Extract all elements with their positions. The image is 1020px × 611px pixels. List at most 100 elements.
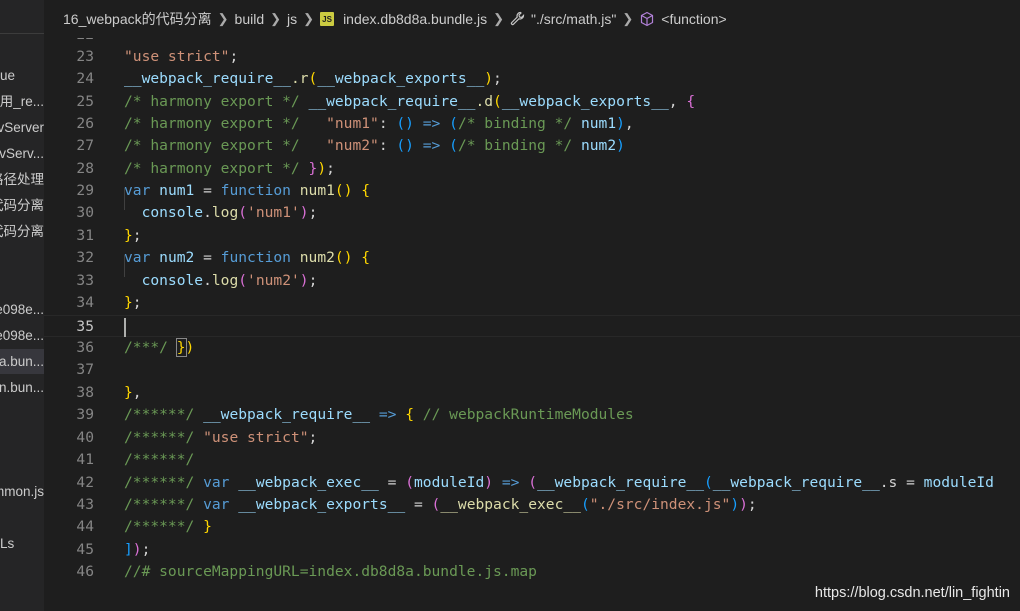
code-content: var num2 = function num2() { xyxy=(124,249,371,266)
explorer-item-label: 路径处理 xyxy=(0,172,44,187)
line-number: 23 xyxy=(76,48,94,65)
breadcrumb: 16_webpack的代码分离 ❯ build ❯ js ❯ JS index.… xyxy=(44,0,1020,38)
breadcrumb-module[interactable]: "./src/math.js" xyxy=(510,11,616,27)
explorer-item[interactable]: 路径处理 xyxy=(0,167,44,192)
line-number: 27 xyxy=(76,137,94,154)
line-number: 28 xyxy=(76,160,94,177)
chevron-right-icon: ❯ xyxy=(217,11,229,26)
code-content: }, xyxy=(124,384,142,401)
code-editor[interactable]: 22 23"use strict"; 24__webpack_require__… xyxy=(44,38,1020,611)
code-line: 39 /******/ __webpack_require__ => { // w… xyxy=(44,404,1020,426)
breadcrumb-symbol-label: <function> xyxy=(661,11,727,27)
code-line-active: 35 xyxy=(44,315,1020,338)
watermark-url: https://blog.csdn.net/lin_fightin xyxy=(814,585,1010,601)
explorer-item-active[interactable]: index.db8d8a.bun... xyxy=(0,349,44,374)
line-number: 41 xyxy=(76,451,94,468)
code-content: /* harmony export */ "num2": () => (/* b… xyxy=(124,137,625,154)
code-content: /******/ var __webpack_exports__ = (__we… xyxy=(124,496,757,513)
code-content: __webpack_require__.r(__webpack_exports_… xyxy=(124,70,502,87)
explorer-item-label: common.js xyxy=(0,484,44,499)
explorer-item[interactable]: 子组件引用_re... xyxy=(0,89,44,114)
code-line: 25 /* harmony export */ __webpack_require… xyxy=(44,91,1020,113)
code-content: "use strict"; xyxy=(124,48,239,65)
text-cursor xyxy=(124,318,126,337)
explorer-item-label: 代码分离 xyxy=(0,224,44,239)
line-number: 42 xyxy=(76,474,94,491)
breadcrumb-module-label: "./src/math.js" xyxy=(530,11,617,27)
explorer-item[interactable]: 0e098e... xyxy=(0,297,44,322)
breadcrumb-file-label: index.db8d8a.bundle.js xyxy=(343,11,488,27)
line-number: 26 xyxy=(76,115,94,132)
code-line: 40 /******/ "use strict"; xyxy=(44,427,1020,449)
code-line: 37 xyxy=(44,359,1020,381)
line-number: 31 xyxy=(76,227,94,244)
code-line: 45]); xyxy=(44,539,1020,561)
explorer-item[interactable]: common.js xyxy=(0,479,44,504)
code-line: 33 console.log('num2'); xyxy=(44,270,1020,292)
line-number: 45 xyxy=(76,541,94,558)
explorer-item-label: Ls xyxy=(0,536,15,551)
breadcrumb-symbol[interactable]: <function> xyxy=(639,11,727,27)
line-number: 34 xyxy=(76,294,94,311)
explorer-item-label: 代码分离 xyxy=(0,198,44,213)
explorer-item[interactable]: Ls xyxy=(0,531,44,556)
breadcrumb-file[interactable]: JS index.db8d8a.bundle.js xyxy=(320,11,487,27)
explorer-item-label: index.db8d8a.bun... xyxy=(0,354,44,369)
code-content: /******/ xyxy=(124,451,195,468)
code-line: 41 /******/ xyxy=(44,449,1020,471)
code-line: 44 /******/ } xyxy=(44,516,1020,538)
code-content: /* harmony export */ }); xyxy=(124,160,335,177)
code-line: 30 console.log('num1'); xyxy=(44,202,1020,224)
chevron-right-icon: ❯ xyxy=(622,11,634,26)
code-content: }; xyxy=(124,227,142,244)
explorer-item-label: 0e098e... xyxy=(0,302,44,317)
code-line: 42 /******/ var __webpack_exec__ = (modul… xyxy=(44,472,1020,494)
code-line: 24 __webpack_require__.r(__webpack_export… xyxy=(44,68,1020,90)
code-content: /* harmony export */ __webpack_require__… xyxy=(124,93,696,110)
code-content: console.log('num1'); xyxy=(141,204,318,221)
explorer-sidebar: ue 子组件引用_re... devServer webpackDevServ.… xyxy=(0,0,44,611)
chevron-right-icon: ❯ xyxy=(270,11,282,26)
line-number: 30 xyxy=(76,204,94,221)
line-number: 25 xyxy=(76,93,94,110)
line-number: 35 xyxy=(76,318,94,335)
code-line: 38}, xyxy=(44,382,1020,404)
breadcrumb-build[interactable]: build xyxy=(235,11,265,27)
code-content: /***/ }) xyxy=(124,338,195,357)
explorer-item[interactable]: 代码分离 xyxy=(0,193,44,218)
js-file-icon: JS xyxy=(320,12,335,26)
sidebar-divider xyxy=(0,33,44,34)
line-number: 37 xyxy=(76,361,94,378)
explorer-item[interactable]: 0e098e... xyxy=(0,323,44,348)
code-line: 36 /***/ }) xyxy=(44,337,1020,359)
explorer-item[interactable]: webpackDevServ... xyxy=(0,141,44,166)
code-line: 32 var num2 = function num2() { xyxy=(44,247,1020,269)
code-content: /* harmony export */ "num1": () => (/* b… xyxy=(124,115,634,132)
line-number: 29 xyxy=(76,182,94,199)
explorer-item[interactable]: main.bun... xyxy=(0,375,44,400)
explorer-item-label: 子组件引用_re... xyxy=(0,94,44,109)
code-content: /******/ } xyxy=(124,518,212,535)
code-content: //# sourceMappingURL=index.db8d8a.bundle… xyxy=(124,563,537,580)
code-line: 34}; xyxy=(44,292,1020,314)
explorer-item[interactable]: devServer xyxy=(0,115,44,140)
explorer-item[interactable]: 代码分离 xyxy=(0,219,44,244)
code-content: ]); xyxy=(124,541,151,558)
cube-icon xyxy=(641,11,654,27)
code-line: 28 /* harmony export */ }); xyxy=(44,158,1020,180)
code-line: 31}; xyxy=(44,225,1020,247)
code-content: /******/ __webpack_require__ => { // web… xyxy=(124,406,634,423)
breadcrumb-js[interactable]: js xyxy=(287,11,297,27)
explorer-item[interactable]: ue xyxy=(0,63,44,88)
line-number: 32 xyxy=(76,249,94,266)
chevron-right-icon: ❯ xyxy=(303,11,315,26)
code-line: 29 var num1 = function num1() { xyxy=(44,180,1020,202)
line-number: 46 xyxy=(76,563,94,580)
code-line: 26 /* harmony export */ "num1": () => (/*… xyxy=(44,113,1020,135)
code-content: /******/ "use strict"; xyxy=(124,429,318,446)
breadcrumb-folder[interactable]: 16_webpack的代码分离 xyxy=(63,9,212,29)
code-content: /******/ var __webpack_exec__ = (moduleI… xyxy=(124,474,994,491)
chevron-right-icon: ❯ xyxy=(493,11,504,26)
explorer-item-label: devServer xyxy=(0,120,44,135)
line-number: 43 xyxy=(76,496,94,513)
